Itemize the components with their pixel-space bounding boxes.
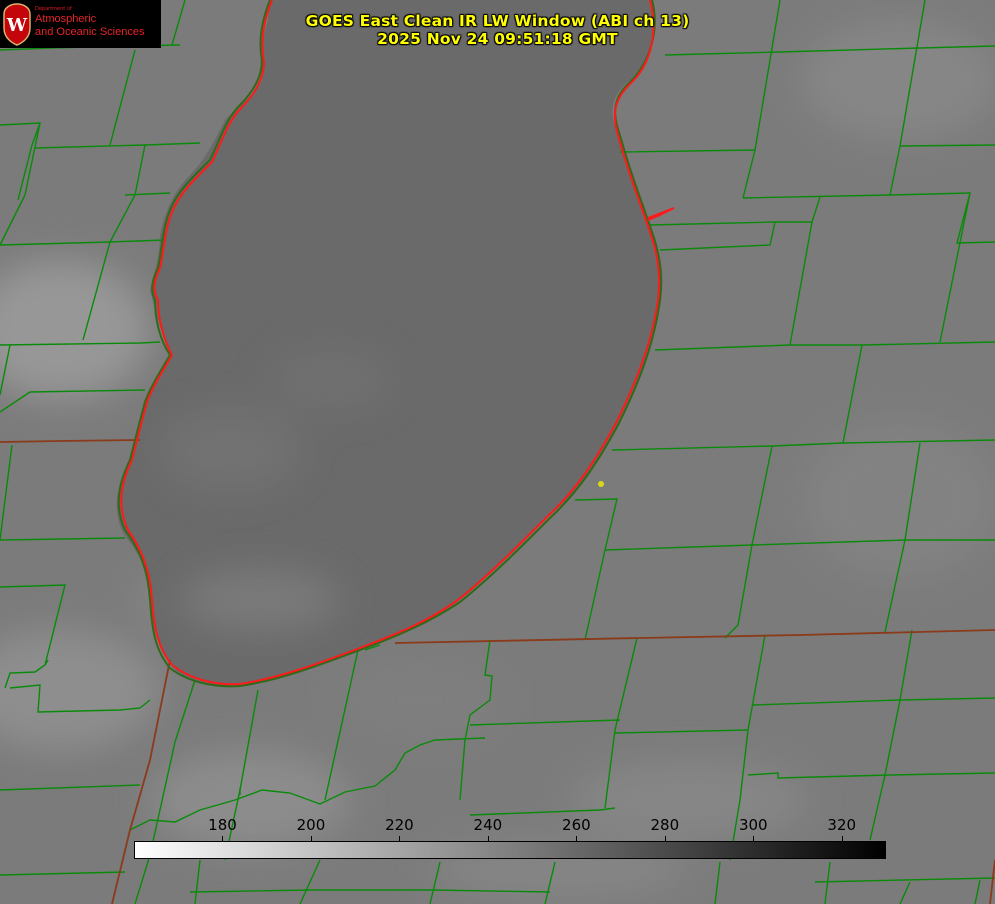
colorbar-tick-mark bbox=[841, 836, 843, 841]
colorbar-tick-mark bbox=[399, 836, 401, 841]
colorbar-tick-label: 220 bbox=[385, 816, 414, 834]
colorbar-tick-mark bbox=[310, 836, 312, 841]
colorbar-tick-label: 300 bbox=[738, 816, 768, 834]
colorbar-tick-mark bbox=[576, 836, 578, 841]
temperature-colorbar bbox=[134, 841, 886, 859]
colorbar-tick-label: 320 bbox=[827, 816, 857, 834]
colorbar-tick-label: 180 bbox=[208, 816, 237, 834]
colorbar-tick-label: 280 bbox=[650, 816, 680, 834]
colorbar-tick-label: 200 bbox=[296, 816, 326, 834]
colorbar-tick-mark bbox=[664, 836, 666, 841]
colorbar-tick-mark bbox=[487, 836, 489, 841]
colorbar-tick-label: 240 bbox=[473, 816, 503, 834]
satellite-image-viewer: W Department of Atmospheric and Oceanic … bbox=[0, 0, 995, 904]
station-marker bbox=[598, 481, 604, 487]
colorbar-tick-mark bbox=[222, 836, 224, 841]
image-title: GOES East Clean IR LW Window (ABI ch 13) bbox=[305, 12, 690, 30]
colorbar-tick-label: 260 bbox=[562, 816, 591, 834]
image-timestamp: 2025 Nov 24 09:51:18 GMT bbox=[377, 30, 618, 48]
colorbar-tick-mark bbox=[753, 836, 755, 841]
ir-satellite-map bbox=[0, 0, 995, 904]
